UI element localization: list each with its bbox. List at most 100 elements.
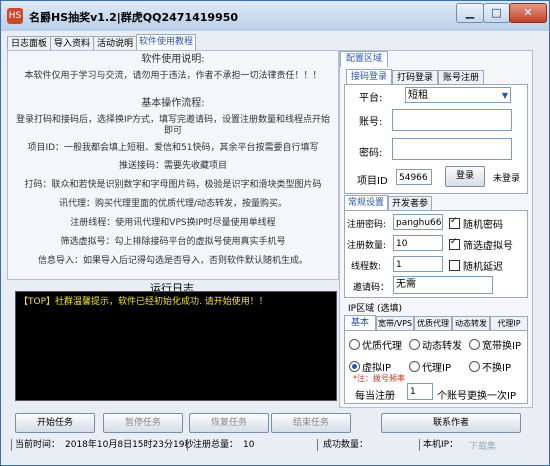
close-button[interactable]: ✕	[509, 3, 547, 23]
reg-count-label: 注册数量:	[347, 241, 387, 251]
password-input[interactable]	[392, 138, 512, 160]
chevron-down-icon: ▼	[501, 91, 508, 100]
config-group-title: 配置区域	[340, 51, 388, 67]
radio-broadband-ip[interactable]: 宽带换IP	[469, 337, 521, 352]
doc-line: 打码：联众和若快是识别数字和字母图片码，极验是识字和滑块类型图片码	[24, 180, 322, 190]
tab-ip-proxy[interactable]: 代理IP	[490, 316, 528, 331]
radio-dynamic-forward[interactable]: 动态转发	[409, 337, 462, 352]
invite-label: 邀请码：	[353, 283, 390, 293]
checkbox-icon	[449, 216, 460, 229]
radio-premium-proxy[interactable]: 优质代理	[349, 337, 402, 352]
status-bar: 当前时间： 2018年10月8日15时23分19秒 注册总量： 10 成功数量：…	[11, 437, 541, 453]
doc-line: 信息导入：如果导入后记得勾选是否导入，否则软件默认随机生成。	[37, 256, 308, 266]
password-label: 密码:	[359, 148, 383, 159]
project-id-input[interactable]: 54966	[396, 169, 432, 185]
checkbox-icon	[449, 237, 460, 250]
random-delay-checkbox[interactable]: 随机延迟	[449, 258, 503, 273]
rotate-count-input[interactable]: 1	[407, 383, 433, 400]
window-title: 名爵HS抽奖v1.2|群虎QQ2471419950	[29, 11, 239, 24]
log-line: 【TOP】社群温馨提示，软件已经初始化成功. 请开始使用！！	[19, 297, 268, 307]
tab-code-login[interactable]: 接码登录	[346, 69, 392, 85]
tab-captcha-login[interactable]: 打码登录	[392, 70, 438, 85]
account-label: 账号:	[359, 117, 383, 128]
app-logo-icon: HS	[7, 8, 23, 24]
project-id-label: 项目ID	[357, 176, 388, 187]
radio-icon	[349, 339, 360, 350]
tab-ip-premium-proxy[interactable]: 优质代理	[414, 316, 452, 331]
status-time-label: 当前时间：	[15, 440, 61, 450]
main-window: HS 名爵HS抽奖v1.2|群虎QQ2471419950 ▁ □ ✕ 日志面板 …	[0, 0, 550, 466]
minimize-button[interactable]: ▁	[456, 3, 484, 23]
filter-virtual-checkbox[interactable]: 筛选虚拟号	[449, 237, 513, 252]
status-separator	[317, 439, 318, 451]
tab-ip-broadband[interactable]: 宽带/VPS	[376, 316, 414, 331]
radio-no-ip-change[interactable]: 不换IP	[469, 359, 511, 374]
tab-import-data[interactable]: 导入资料	[50, 36, 94, 51]
start-task-button[interactable]: 开始任务	[15, 413, 95, 433]
radio-icon	[409, 361, 420, 372]
tab-ip-dynamic-forward[interactable]: 动态转发	[452, 316, 490, 331]
login-status: 未登录	[493, 174, 521, 184]
radio-icon	[409, 339, 420, 350]
doc-line: 项目ID：一般我都会填上短租、爱信和51快码，其余平台按需要自行填写	[27, 143, 319, 153]
tab-account-register[interactable]: 账号注册	[438, 70, 484, 85]
account-input[interactable]	[392, 109, 512, 131]
doc-line: 讯代理：购买代理里面的优质代理/动态转发，按量购买。	[58, 199, 288, 209]
radio-icon	[469, 361, 480, 372]
watermark: 下载集	[469, 442, 497, 452]
status-ip-label: 本机IP：	[423, 440, 459, 450]
invite-code-input[interactable]: 无需	[393, 276, 493, 294]
status-separator	[11, 439, 12, 451]
status-success-label: 成功数量：	[323, 440, 369, 450]
tutorial-panel: 软件使用说明: 本软件仅用于学习与交流，请勿用于违法，作者不承担一切法律责任！！…	[7, 50, 339, 280]
status-separator	[187, 439, 188, 451]
radio-icon	[349, 361, 360, 372]
doc-line: 注册线程：使用讯代理和VPS换IP时尽量使用单线程	[70, 218, 276, 228]
ip-group: 优质代理 动态转发 宽带换IP 虚拟IP 代理IP 不换IP *注：拨号频率 每…	[344, 330, 528, 404]
doc-line: 本软件仅用于学习与交流，请勿用于违法，作者不承担一切法律责任！！！	[24, 71, 322, 81]
reg-count-input[interactable]: 10	[393, 235, 443, 251]
settings-group: 注册密码: panghu666 随机密码 注册数量: 10 筛选虚拟号 线程数:…	[344, 210, 528, 298]
radio-virtual-ip[interactable]: 虚拟IP	[349, 359, 391, 374]
maximize-button[interactable]: □	[483, 3, 510, 23]
platform-label: 平台:	[359, 93, 383, 104]
status-time: 2018年10月8日15时23分19秒	[65, 440, 194, 450]
tab-ip-basic[interactable]: 基本	[344, 315, 376, 331]
status-total-label: 注册总量：	[193, 440, 239, 450]
status-total: 10	[243, 440, 255, 450]
tab-general-settings[interactable]: 常规设置	[344, 195, 388, 211]
doc-line: 基本操作流程:	[141, 98, 205, 109]
doc-line: 即可	[163, 126, 182, 136]
rotate-suffix: 个账号更换一次IP	[437, 391, 516, 402]
login-button[interactable]: 登录	[445, 166, 485, 187]
rotate-prefix: 每当注册	[355, 391, 395, 402]
resume-task-button[interactable]: 恢复任务	[189, 413, 269, 433]
doc-line: 筛选虚拟号：勾上排除接码平台的虚拟号使用真实手机号	[60, 237, 286, 247]
reg-password-input[interactable]: panghu666	[393, 214, 443, 230]
radio-proxy-ip[interactable]: 代理IP	[409, 359, 451, 374]
tab-dev-params[interactable]: 开发者参数	[388, 196, 432, 223]
title-bar[interactable]: HS 名爵HS抽奖v1.2|群虎QQ2471419950 ▁ □ ✕	[1, 1, 549, 31]
doc-line: 推送接码：需要先收藏项目	[118, 161, 227, 171]
platform-value: 短租	[408, 90, 428, 101]
threads-input[interactable]: 1	[393, 256, 443, 272]
tab-activity-info[interactable]: 活动说明	[93, 36, 137, 51]
checkbox-icon	[449, 260, 460, 271]
status-separator	[419, 439, 420, 451]
login-group: 平台: 短租 ▼ 账号: 密码: 项目ID 54966 登录 未登录	[344, 84, 528, 194]
tab-log-panel[interactable]: 日志面板	[7, 36, 51, 51]
ip-group-title: IP区域 (选填)	[348, 304, 402, 314]
random-password-checkbox[interactable]: 随机密码	[449, 216, 503, 231]
pause-task-button[interactable]: 暂停任务	[103, 413, 183, 433]
dial-note: *注：拨号频率	[353, 374, 405, 383]
reg-password-label: 注册密码:	[347, 220, 387, 230]
log-console[interactable]: 【TOP】社群温馨提示，软件已经初始化成功. 请开始使用！！	[15, 291, 337, 401]
contact-author-button[interactable]: 联系作者	[381, 413, 521, 433]
threads-label: 线程数:	[351, 262, 382, 272]
stop-task-button[interactable]: 结束任务	[271, 413, 351, 433]
platform-select[interactable]: 短租 ▼	[405, 87, 511, 103]
radio-icon	[469, 339, 480, 350]
config-panel: 配置区域 接码登录 打码登录 账号注册 平台: 短租 ▼ 账号: 密码: 项目I…	[339, 50, 533, 408]
doc-line: 登录打码和接码后，选择换IP方式，填写完邀请码，设置注册数量和线程点开始	[15, 115, 331, 125]
doc-line: 软件使用说明:	[141, 54, 205, 65]
